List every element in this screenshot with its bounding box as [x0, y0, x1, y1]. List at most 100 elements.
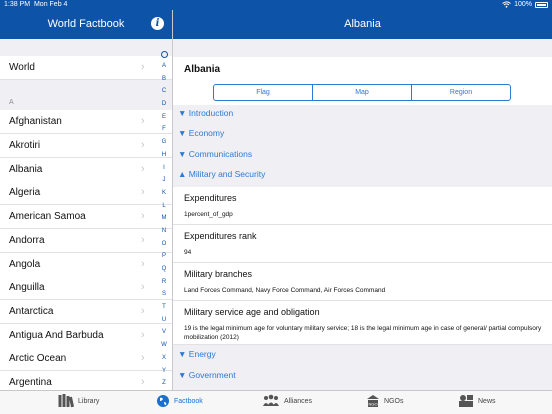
index-letter[interactable]: R [158, 276, 170, 289]
index-letter[interactable]: V [158, 326, 170, 339]
index-letter[interactable]: A [158, 60, 170, 73]
section-energy[interactable]: ▼ Energy [178, 349, 216, 359]
chevron-right-icon: › [141, 376, 145, 388]
index-letter[interactable]: Z [158, 377, 170, 390]
ngo-icon: NGO [367, 395, 379, 407]
index-letter[interactable]: J [158, 174, 170, 187]
list-item-label: Algeria [9, 187, 41, 198]
list-item[interactable]: Antigua And Barbuda › [0, 324, 172, 348]
section-index[interactable]: A B C D E F G H I J K L M N O P Q R S T … [158, 48, 170, 390]
tab-alliances[interactable]: Alliances [262, 394, 312, 408]
list-item[interactable]: Afghanistan › [0, 110, 172, 134]
list-item[interactable]: Anguilla › [0, 276, 172, 300]
section-introduction[interactable]: ▼ Introduction [178, 108, 233, 118]
detail-key: Military branches [184, 269, 253, 279]
detail-value: 1percent_of_gdp [184, 211, 233, 218]
country-title: Albania [184, 64, 221, 75]
detail-value: 19 is the legal minimum age for voluntar… [184, 325, 542, 341]
chevron-right-icon: › [141, 210, 145, 222]
list-item[interactable]: Arctic Ocean › [0, 347, 172, 371]
list-item[interactable]: American Samoa › [0, 205, 172, 229]
triangle-down-icon: ▼ [178, 370, 187, 380]
index-letter[interactable]: P [158, 250, 170, 263]
chevron-right-icon: › [141, 234, 145, 246]
status-right: 100% [502, 1, 548, 8]
index-letter[interactable]: W [158, 339, 170, 352]
list-item-world[interactable]: World › [0, 56, 172, 80]
tab-label: Library [78, 397, 100, 405]
detail-row-expenditures: Expenditures 1percent_of_gdp [173, 187, 552, 225]
list-item-label: Andorra [9, 235, 45, 246]
triangle-down-icon: ▼ [178, 149, 187, 159]
index-letter[interactable]: Q [158, 263, 170, 276]
tab-bar: Library Factbook Alliances NGO NGOs News [0, 390, 552, 414]
index-letter[interactable]: C [158, 85, 170, 98]
section-military-security[interactable]: ▲ Military and Security [178, 169, 265, 179]
section-label: Military and Security [188, 169, 266, 179]
list-item[interactable]: Angola › [0, 253, 172, 277]
section-accordion: ▼ Introduction ▼ Economy ▼ Communication… [173, 105, 552, 187]
index-letter[interactable]: U [158, 314, 170, 327]
chevron-right-icon: › [141, 305, 145, 317]
segment-region[interactable]: Region [412, 85, 510, 100]
index-letter[interactable]: X [158, 352, 170, 365]
detail-row-military-service-age: Military service age and obligation 19 i… [173, 301, 552, 345]
segment-map[interactable]: Map [313, 85, 412, 100]
right-navigation-bar: Albania [173, 10, 552, 39]
list-item-label: Antigua And Barbuda [9, 330, 104, 341]
country-detail[interactable]: Albania Flag Map Region ▼ Introduction ▼… [173, 39, 552, 390]
index-letter[interactable]: B [158, 73, 170, 86]
section-communications[interactable]: ▼ Communications [178, 149, 252, 159]
detail-value: 94 [184, 249, 192, 256]
globe-icon [157, 395, 169, 407]
index-letter[interactable]: M [158, 212, 170, 225]
list-item-label: Argentina [9, 377, 52, 388]
tab-news[interactable]: News [458, 394, 496, 408]
index-letter[interactable]: N [158, 225, 170, 238]
tab-label: NGOs [384, 397, 404, 405]
index-letter[interactable]: L [158, 200, 170, 213]
list-item[interactable]: Argentina › [0, 371, 172, 390]
country-list[interactable]: World › A Afghanistan › Akrotiri › Albania… [0, 39, 172, 390]
chevron-right-icon: › [141, 352, 145, 364]
segment-flag[interactable]: Flag [214, 85, 313, 100]
list-item[interactable]: Akrotiri › [0, 134, 172, 158]
triangle-down-icon: ▼ [178, 128, 187, 138]
index-letter[interactable]: K [158, 187, 170, 200]
section-header: A [9, 99, 14, 106]
chevron-right-icon: › [141, 163, 145, 175]
index-letter[interactable]: G [158, 136, 170, 149]
chevron-right-icon: › [141, 186, 145, 198]
tab-label: Alliances [284, 397, 313, 405]
globe-index-icon[interactable] [160, 51, 168, 58]
index-letter[interactable]: H [158, 149, 170, 162]
info-icon[interactable]: i [151, 17, 164, 30]
index-letter[interactable]: I [158, 162, 170, 175]
tab-factbook[interactable]: Factbook [156, 394, 203, 408]
chevron-right-icon: › [141, 139, 145, 151]
list-item-label: Antarctica [9, 306, 54, 317]
list-item-label: American Samoa [9, 211, 86, 222]
index-letter[interactable]: F [158, 123, 170, 136]
left-navigation-bar: World Factbook i [0, 10, 172, 39]
index-letter[interactable]: T [158, 301, 170, 314]
list-item[interactable]: Antarctica › [0, 300, 172, 324]
tab-library[interactable]: Library [58, 394, 99, 408]
section-government[interactable]: ▼ Government [178, 370, 236, 380]
view-segmented-control[interactable]: Flag Map Region [213, 84, 511, 101]
tab-label: News [478, 397, 496, 405]
list-item[interactable]: Andorra › [0, 229, 172, 253]
list-item[interactable]: Algeria › [0, 181, 172, 205]
index-letter[interactable]: D [158, 98, 170, 111]
index-letter[interactable]: E [158, 111, 170, 124]
news-icon [459, 395, 473, 407]
index-letter[interactable]: O [158, 238, 170, 251]
people-icon [263, 394, 279, 406]
section-economy[interactable]: ▼ Economy [178, 128, 224, 138]
list-item[interactable]: Albania › [0, 158, 172, 182]
tab-label: Factbook [174, 397, 203, 405]
status-date: Mon Feb 4 [33, 1, 68, 8]
index-letter[interactable]: S [158, 288, 170, 301]
tab-ngos[interactable]: NGO NGOs [366, 394, 403, 408]
index-letter[interactable]: Y [158, 365, 170, 378]
